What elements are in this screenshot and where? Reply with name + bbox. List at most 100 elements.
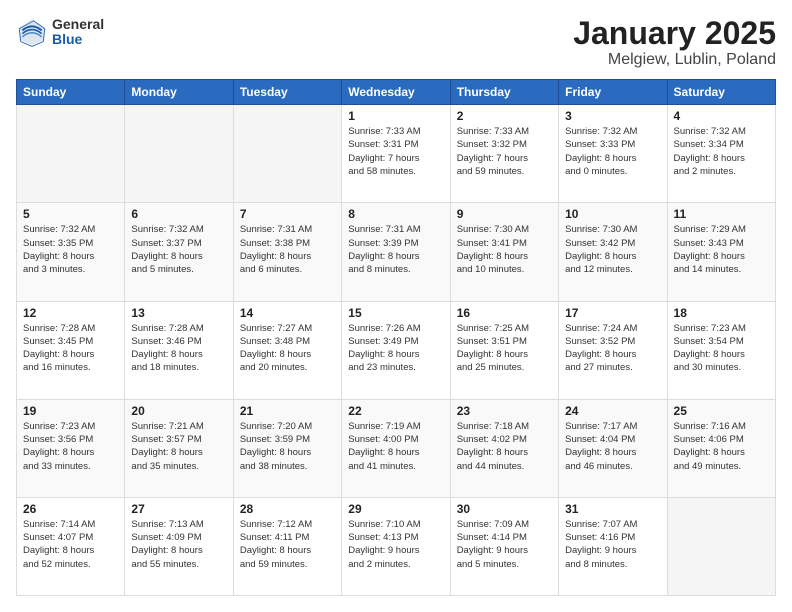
table-row: 8 Sunrise: 7:31 AM Sunset: 3:39 PM Daylig… bbox=[342, 203, 450, 301]
day-info: Sunrise: 7:13 AM Sunset: 4:09 PM Dayligh… bbox=[131, 518, 226, 571]
day-number: 16 bbox=[457, 306, 552, 320]
day-number: 24 bbox=[565, 404, 660, 418]
logo-text: General Blue bbox=[52, 17, 104, 48]
table-row: 1 Sunrise: 7:33 AM Sunset: 3:31 PM Daylig… bbox=[342, 105, 450, 203]
table-row: 9 Sunrise: 7:30 AM Sunset: 3:41 PM Daylig… bbox=[450, 203, 558, 301]
day-number: 7 bbox=[240, 207, 335, 221]
header-saturday: Saturday bbox=[667, 80, 775, 105]
day-info: Sunrise: 7:33 AM Sunset: 3:31 PM Dayligh… bbox=[348, 125, 443, 178]
day-info: Sunrise: 7:32 AM Sunset: 3:34 PM Dayligh… bbox=[674, 125, 769, 178]
table-row: 4 Sunrise: 7:32 AM Sunset: 3:34 PM Daylig… bbox=[667, 105, 775, 203]
table-row: 3 Sunrise: 7:32 AM Sunset: 3:33 PM Daylig… bbox=[559, 105, 667, 203]
logo-general-text: General bbox=[52, 17, 104, 32]
table-row: 19 Sunrise: 7:23 AM Sunset: 3:56 PM Dayli… bbox=[17, 399, 125, 497]
calendar-week-row: 5 Sunrise: 7:32 AM Sunset: 3:35 PM Daylig… bbox=[17, 203, 776, 301]
header-friday: Friday bbox=[559, 80, 667, 105]
day-number: 18 bbox=[674, 306, 769, 320]
table-row: 2 Sunrise: 7:33 AM Sunset: 3:32 PM Daylig… bbox=[450, 105, 558, 203]
day-number: 13 bbox=[131, 306, 226, 320]
table-row bbox=[125, 105, 233, 203]
table-row: 15Sunrise: 7:26 AM Sunset: 3:49 PM Dayli… bbox=[342, 301, 450, 399]
day-info: Sunrise: 7:33 AM Sunset: 3:32 PM Dayligh… bbox=[457, 125, 552, 178]
day-info: Sunrise: 7:30 AM Sunset: 3:41 PM Dayligh… bbox=[457, 223, 552, 276]
day-info: Sunrise: 7:23 AM Sunset: 3:56 PM Dayligh… bbox=[23, 420, 118, 473]
table-row: 5 Sunrise: 7:32 AM Sunset: 3:35 PM Daylig… bbox=[17, 203, 125, 301]
day-info: Sunrise: 7:30 AM Sunset: 3:42 PM Dayligh… bbox=[565, 223, 660, 276]
table-row: 6Sunrise: 7:32 AM Sunset: 3:37 PM Daylig… bbox=[125, 203, 233, 301]
header-thursday: Thursday bbox=[450, 80, 558, 105]
day-number: 23 bbox=[457, 404, 552, 418]
header: General Blue January 2025 Melgiew, Lubli… bbox=[16, 16, 776, 69]
day-number: 26 bbox=[23, 502, 118, 516]
day-info: Sunrise: 7:12 AM Sunset: 4:11 PM Dayligh… bbox=[240, 518, 335, 571]
day-number: 9 bbox=[457, 207, 552, 221]
day-info: Sunrise: 7:28 AM Sunset: 3:45 PM Dayligh… bbox=[23, 322, 118, 375]
table-row: 27 Sunrise: 7:13 AM Sunset: 4:09 PM Dayli… bbox=[125, 497, 233, 595]
calendar-week-row: 12Sunrise: 7:28 AM Sunset: 3:45 PM Dayli… bbox=[17, 301, 776, 399]
day-number: 17 bbox=[565, 306, 660, 320]
day-number: 3 bbox=[565, 109, 660, 123]
day-info: Sunrise: 7:32 AM Sunset: 3:35 PM Dayligh… bbox=[23, 223, 118, 276]
table-row: 21 Sunrise: 7:20 AM Sunset: 3:59 PM Dayli… bbox=[233, 399, 341, 497]
day-info: Sunrise: 7:32 AM Sunset: 3:33 PM Dayligh… bbox=[565, 125, 660, 178]
table-row: 17 Sunrise: 7:24 AM Sunset: 3:52 PM Dayli… bbox=[559, 301, 667, 399]
day-info: Sunrise: 7:23 AM Sunset: 3:54 PM Dayligh… bbox=[674, 322, 769, 375]
table-row bbox=[667, 497, 775, 595]
day-info: Sunrise: 7:28 AM Sunset: 3:46 PM Dayligh… bbox=[131, 322, 226, 375]
day-number: 30 bbox=[457, 502, 552, 516]
table-row: 10 Sunrise: 7:30 AM Sunset: 3:42 PM Dayli… bbox=[559, 203, 667, 301]
calendar-subtitle: Melgiew, Lublin, Poland bbox=[573, 51, 776, 69]
table-row: 26 Sunrise: 7:14 AM Sunset: 4:07 PM Dayli… bbox=[17, 497, 125, 595]
day-number: 10 bbox=[565, 207, 660, 221]
calendar-week-row: 1 Sunrise: 7:33 AM Sunset: 3:31 PM Daylig… bbox=[17, 105, 776, 203]
calendar-title: January 2025 bbox=[573, 16, 776, 51]
table-row bbox=[17, 105, 125, 203]
day-info: Sunrise: 7:17 AM Sunset: 4:04 PM Dayligh… bbox=[565, 420, 660, 473]
day-number: 2 bbox=[457, 109, 552, 123]
logo-blue-text: Blue bbox=[52, 32, 104, 47]
day-info: Sunrise: 7:24 AM Sunset: 3:52 PM Dayligh… bbox=[565, 322, 660, 375]
day-number: 1 bbox=[348, 109, 443, 123]
day-number: 28 bbox=[240, 502, 335, 516]
day-number: 25 bbox=[674, 404, 769, 418]
day-number: 5 bbox=[23, 207, 118, 221]
day-number: 31 bbox=[565, 502, 660, 516]
day-info: Sunrise: 7:27 AM Sunset: 3:48 PM Dayligh… bbox=[240, 322, 335, 375]
table-row: 7 Sunrise: 7:31 AM Sunset: 3:38 PM Daylig… bbox=[233, 203, 341, 301]
header-wednesday: Wednesday bbox=[342, 80, 450, 105]
table-row: 22Sunrise: 7:19 AM Sunset: 4:00 PM Dayli… bbox=[342, 399, 450, 497]
day-number: 19 bbox=[23, 404, 118, 418]
day-number: 8 bbox=[348, 207, 443, 221]
day-info: Sunrise: 7:26 AM Sunset: 3:49 PM Dayligh… bbox=[348, 322, 443, 375]
day-number: 20 bbox=[131, 404, 226, 418]
day-info: Sunrise: 7:20 AM Sunset: 3:59 PM Dayligh… bbox=[240, 420, 335, 473]
calendar-week-row: 26 Sunrise: 7:14 AM Sunset: 4:07 PM Dayli… bbox=[17, 497, 776, 595]
table-row: 23 Sunrise: 7:18 AM Sunset: 4:02 PM Dayli… bbox=[450, 399, 558, 497]
weekday-header-row: Sunday Monday Tuesday Wednesday Thursday… bbox=[17, 80, 776, 105]
day-info: Sunrise: 7:19 AM Sunset: 4:00 PM Dayligh… bbox=[348, 420, 443, 473]
table-row: 25Sunrise: 7:16 AM Sunset: 4:06 PM Dayli… bbox=[667, 399, 775, 497]
day-info: Sunrise: 7:09 AM Sunset: 4:14 PM Dayligh… bbox=[457, 518, 552, 571]
day-info: Sunrise: 7:32 AM Sunset: 3:37 PM Dayligh… bbox=[131, 223, 226, 276]
day-info: Sunrise: 7:31 AM Sunset: 3:38 PM Dayligh… bbox=[240, 223, 335, 276]
day-info: Sunrise: 7:14 AM Sunset: 4:07 PM Dayligh… bbox=[23, 518, 118, 571]
page: General Blue January 2025 Melgiew, Lubli… bbox=[0, 0, 792, 612]
logo-icon bbox=[16, 16, 48, 48]
day-number: 27 bbox=[131, 502, 226, 516]
day-number: 29 bbox=[348, 502, 443, 516]
table-row: 14 Sunrise: 7:27 AM Sunset: 3:48 PM Dayli… bbox=[233, 301, 341, 399]
day-number: 14 bbox=[240, 306, 335, 320]
table-row: 16Sunrise: 7:25 AM Sunset: 3:51 PM Dayli… bbox=[450, 301, 558, 399]
day-number: 21 bbox=[240, 404, 335, 418]
logo: General Blue bbox=[16, 16, 104, 48]
calendar-table: Sunday Monday Tuesday Wednesday Thursday… bbox=[16, 79, 776, 596]
day-number: 4 bbox=[674, 109, 769, 123]
header-tuesday: Tuesday bbox=[233, 80, 341, 105]
header-sunday: Sunday bbox=[17, 80, 125, 105]
day-info: Sunrise: 7:31 AM Sunset: 3:39 PM Dayligh… bbox=[348, 223, 443, 276]
day-info: Sunrise: 7:18 AM Sunset: 4:02 PM Dayligh… bbox=[457, 420, 552, 473]
table-row: 24 Sunrise: 7:17 AM Sunset: 4:04 PM Dayli… bbox=[559, 399, 667, 497]
table-row: 31 Sunrise: 7:07 AM Sunset: 4:16 PM Dayli… bbox=[559, 497, 667, 595]
table-row: 28 Sunrise: 7:12 AM Sunset: 4:11 PM Dayli… bbox=[233, 497, 341, 595]
day-info: Sunrise: 7:07 AM Sunset: 4:16 PM Dayligh… bbox=[565, 518, 660, 571]
